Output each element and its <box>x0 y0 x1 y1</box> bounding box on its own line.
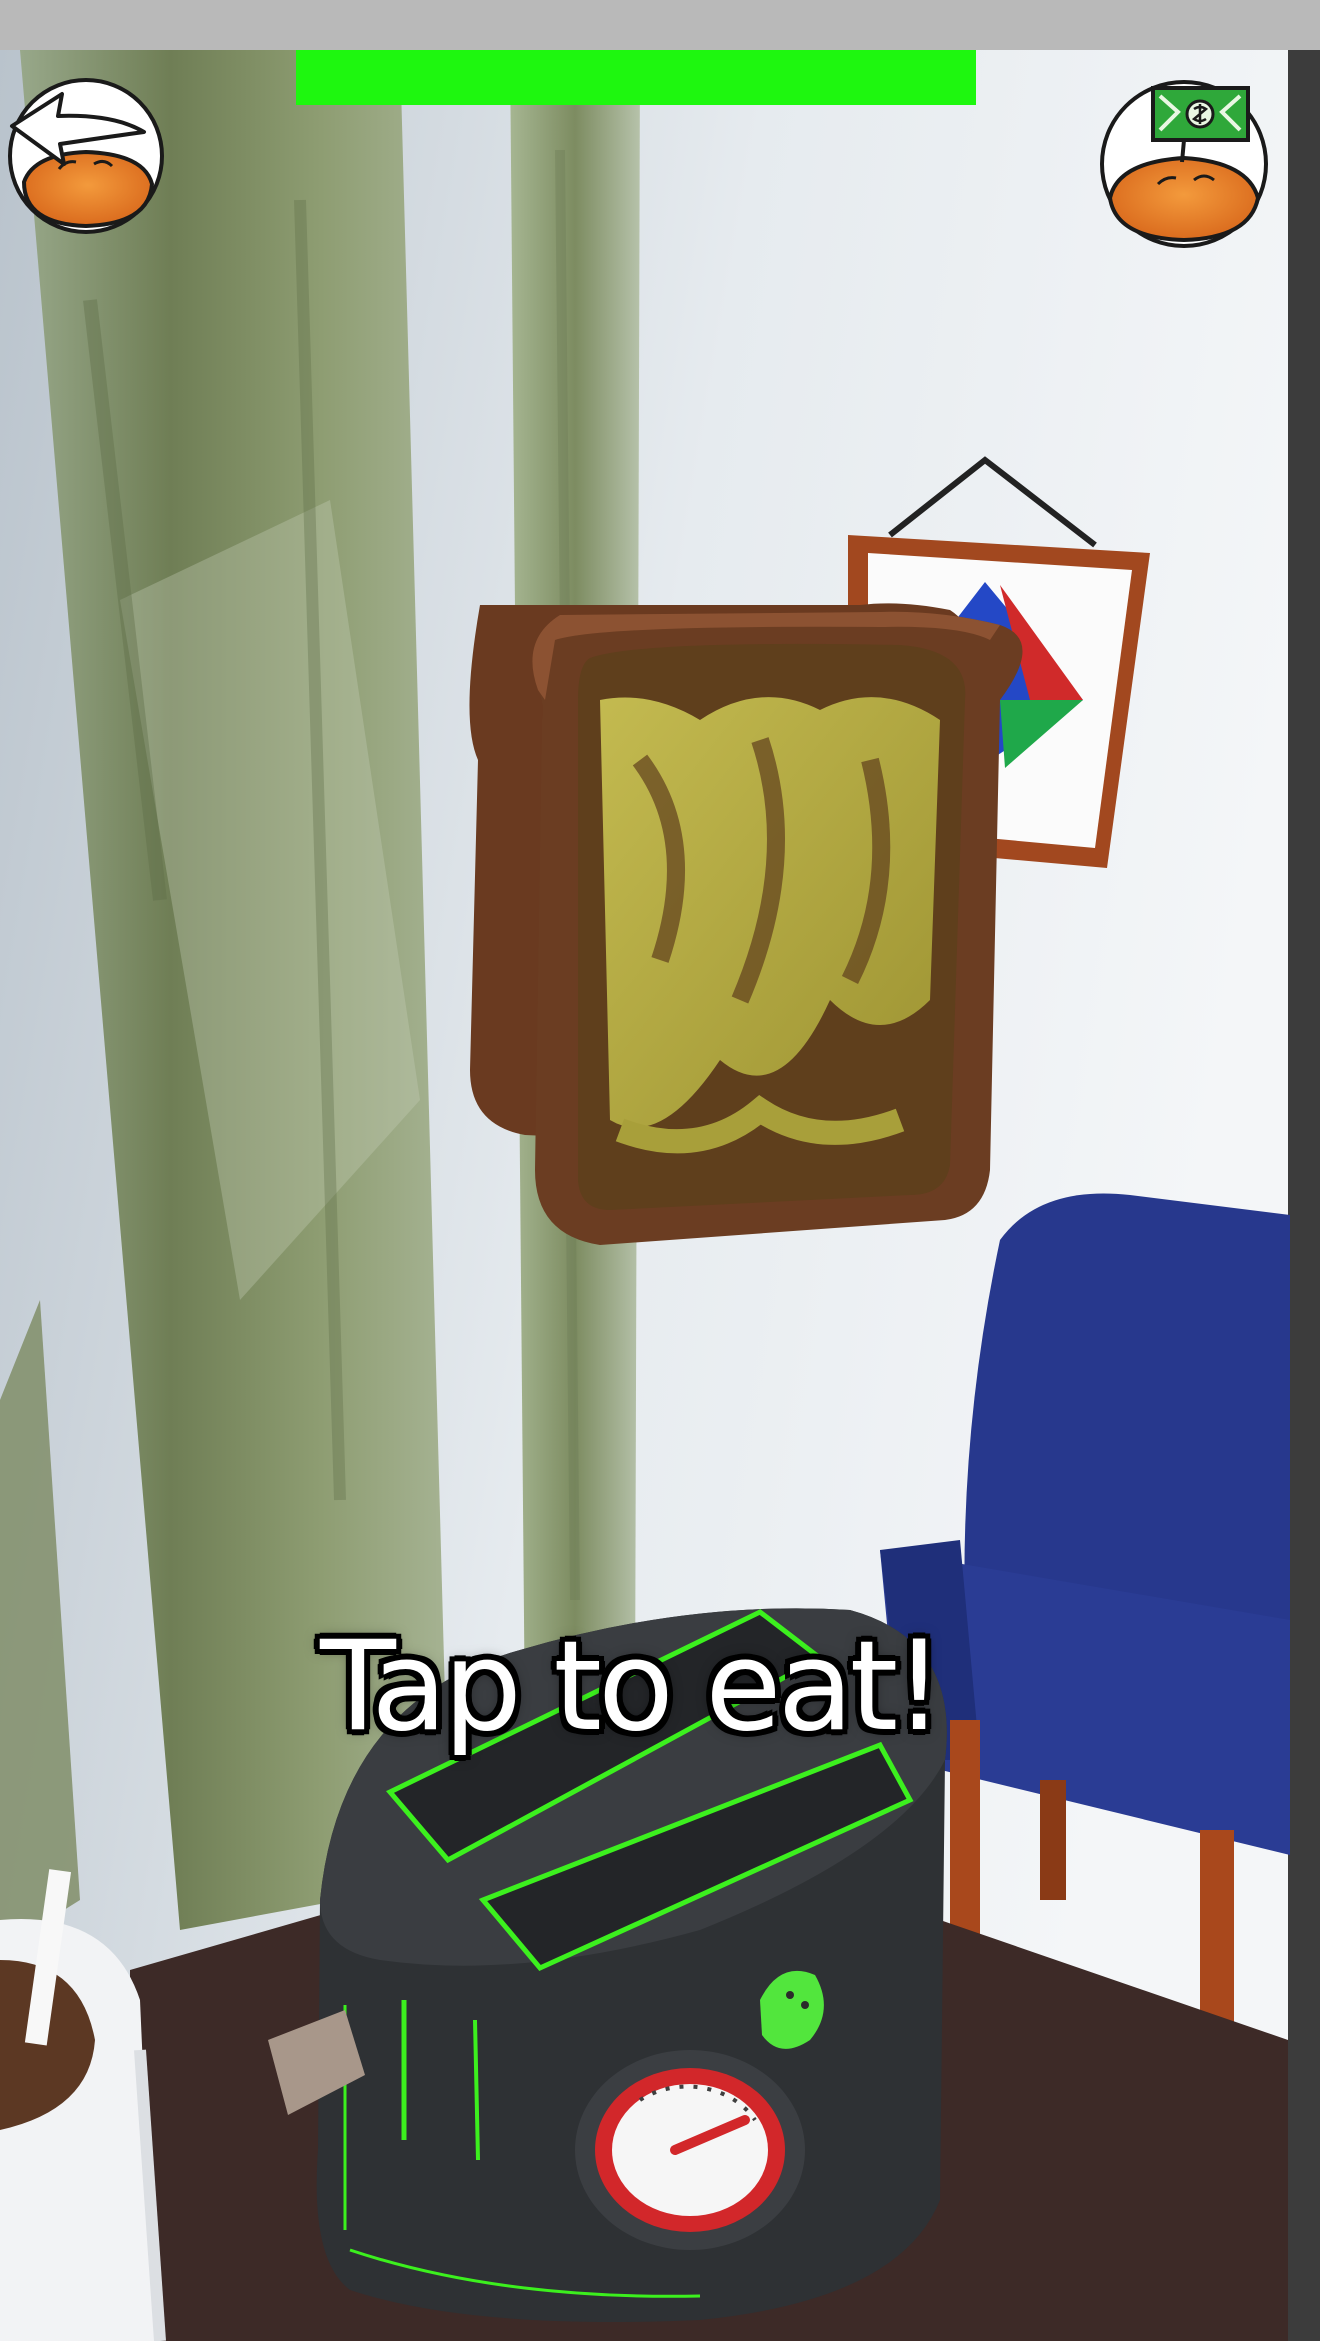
eat-progress-fill <box>296 50 976 105</box>
cash-bread-icon <box>1100 80 1268 248</box>
eat-progress-bar <box>296 50 976 105</box>
game-screen[interactable]: Tap to eat! <box>0 0 1320 2341</box>
back-arrow-bread-icon <box>8 78 164 234</box>
shop-button[interactable] <box>1098 76 1270 252</box>
back-button[interactable] <box>4 74 168 238</box>
game-scene[interactable] <box>0 0 1320 2341</box>
top-status-strip <box>0 0 1320 50</box>
tap-to-eat-prompt[interactable]: Tap to eat! <box>0 1615 1260 1759</box>
toast-slices <box>469 603 1023 1245</box>
screen-right-edge <box>1288 50 1320 2341</box>
